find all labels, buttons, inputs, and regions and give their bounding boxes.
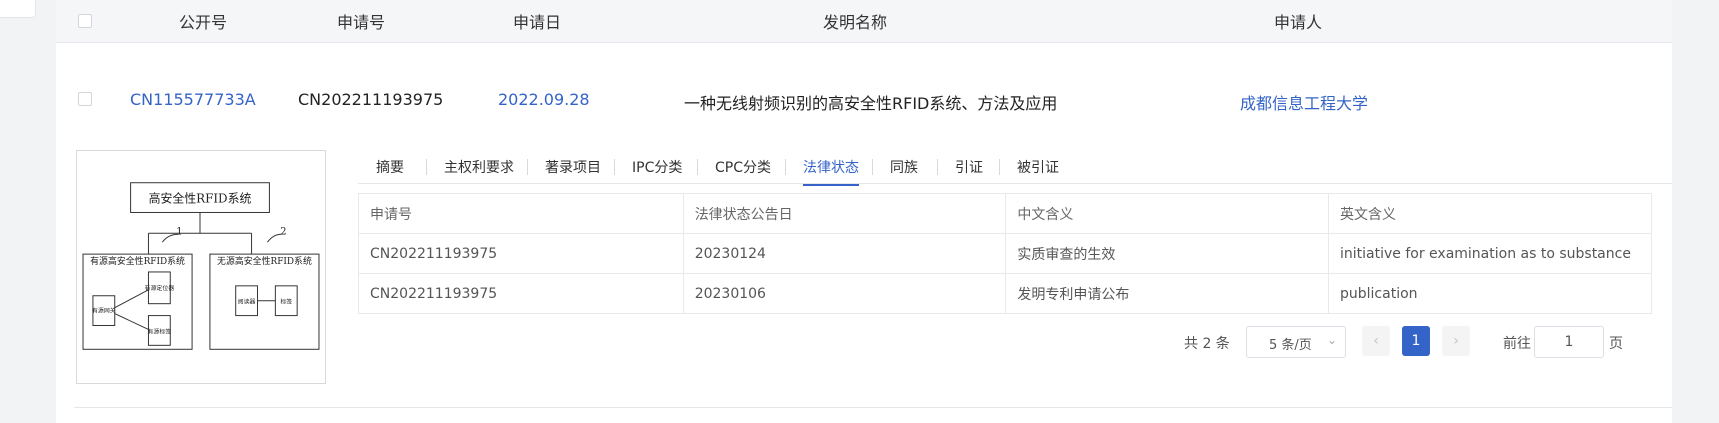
col-title: 发明名称 [822,13,888,32]
tab-separator [785,159,786,175]
fig-left-node-c: 有源网关 [92,307,116,315]
fig-left-node-a: 有源定位器 [145,284,175,292]
tab-separator [999,159,1000,175]
page-size-select[interactable]: 5 条/页 ⌄ [1246,326,1346,358]
col-app-date: 申请日 [512,13,562,32]
pub-no-link[interactable]: CN115577733A [130,90,256,109]
tab-citations[interactable]: 引证 [955,157,983,177]
goto-page-input[interactable]: 1 [1534,326,1604,358]
cell-cn: 实质审查的生效 [1005,233,1329,274]
tab-bibliographic[interactable]: 著录项目 [545,157,601,177]
th-en-meaning: 英文含义 [1328,193,1652,234]
tab-separator [527,159,528,175]
app-no: CN202211193975 [298,90,444,109]
cell-app-no: CN202211193975 [358,233,684,274]
fig-label-2: 2 [280,226,286,237]
page-1-button[interactable]: 1 [1402,326,1430,356]
legal-status-table: 申请号 法律状态公告日 中文含义 英文含义 CN202211193975 202… [358,193,1652,314]
col-applicant: 申请人 [1273,13,1323,32]
fig-right-node-b: 标签 [280,298,292,306]
cell-en: initiative for examination as to substan… [1328,233,1652,274]
pagination-total: 共 2 条 [1184,336,1230,352]
chevron-down-icon: ⌄ [1326,333,1337,347]
fig-label-1: 1 [176,226,182,237]
cell-date: 20230124 [682,233,1007,274]
tab-separator [426,159,427,175]
col-app-no: 申请号 [336,13,386,32]
table-row: CN115577733A CN202211193975 2022.09.28 一… [56,44,1672,154]
tab-family[interactable]: 同族 [890,157,918,177]
next-page-button[interactable]: › [1442,326,1470,356]
page-size-value: 5 条/页 [1269,338,1312,353]
th-announce-date: 法律状态公告日 [682,193,1007,234]
tab-separator [872,159,873,175]
app-date-link[interactable]: 2022.09.28 [498,90,590,109]
table-header-row: 申请号 法律状态公告日 中文含义 英文含义 [358,193,1652,234]
tab-abstract[interactable]: 摘要 [376,157,404,177]
patent-figure[interactable]: 高安全性RFID系统 1 2 有源高安全性RFID系统 无源高安全性RFID系统… [76,150,326,384]
tab-separator [937,159,938,175]
fig-left-node-b: 有源标签 [147,327,171,335]
left-stub [0,0,36,18]
results-panel: 公开号 申请号 申请日 发明名称 申请人 CN115577733A CN2022… [56,0,1672,423]
cell-date: 20230106 [682,273,1007,314]
select-all-checkbox[interactable] [78,14,92,28]
th-cn-meaning: 中文含义 [1005,193,1329,234]
tab-main-claim[interactable]: 主权利要求 [444,157,514,177]
tab-legal-status[interactable]: 法律状态 [803,157,859,186]
cell-cn: 发明专利申请公布 [1005,273,1329,314]
detail-tabs: 摘要 主权利要求 著录项目 IPC分类 CPC分类 法律状态 同族 引证 被引证 [358,152,1672,186]
tab-ipc[interactable]: IPC分类 [632,157,682,177]
goto-label: 前往 [1503,336,1531,352]
th-app-no: 申请号 [358,193,684,234]
fig-top-box: 高安全性RFID系统 [149,192,252,206]
divider [74,407,1672,408]
cell-app-no: CN202211193975 [358,273,684,314]
table-row: CN202211193975 20230106 发明专利申请公布 publica… [358,273,1652,314]
tab-separator [697,159,698,175]
row-checkbox[interactable] [78,92,92,106]
table-header: 公开号 申请号 申请日 发明名称 申请人 [56,0,1672,43]
table-row: CN202211193975 20230124 实质审查的生效 initiati… [358,233,1652,274]
tab-cpc[interactable]: CPC分类 [715,157,771,177]
fig-right-group: 无源高安全性RFID系统 [217,255,312,267]
applicant-link[interactable]: 成都信息工程大学 [1240,90,1368,114]
patent-title: 一种无线射频识别的高安全性RFID系统、方法及应用 [684,94,1058,113]
fig-right-node-a: 阅读器 [238,298,256,306]
cell-en: publication [1328,273,1652,314]
tab-cited-by[interactable]: 被引证 [1017,157,1059,177]
tab-separator [614,159,615,175]
fig-left-group: 有源高安全性RFID系统 [90,255,185,267]
page-suffix: 页 [1609,336,1623,352]
col-pub-no: 公开号 [178,13,228,32]
figure-drawing: 高安全性RFID系统 1 2 有源高安全性RFID系统 无源高安全性RFID系统… [82,182,320,350]
prev-page-button[interactable]: ‹ [1362,326,1390,356]
